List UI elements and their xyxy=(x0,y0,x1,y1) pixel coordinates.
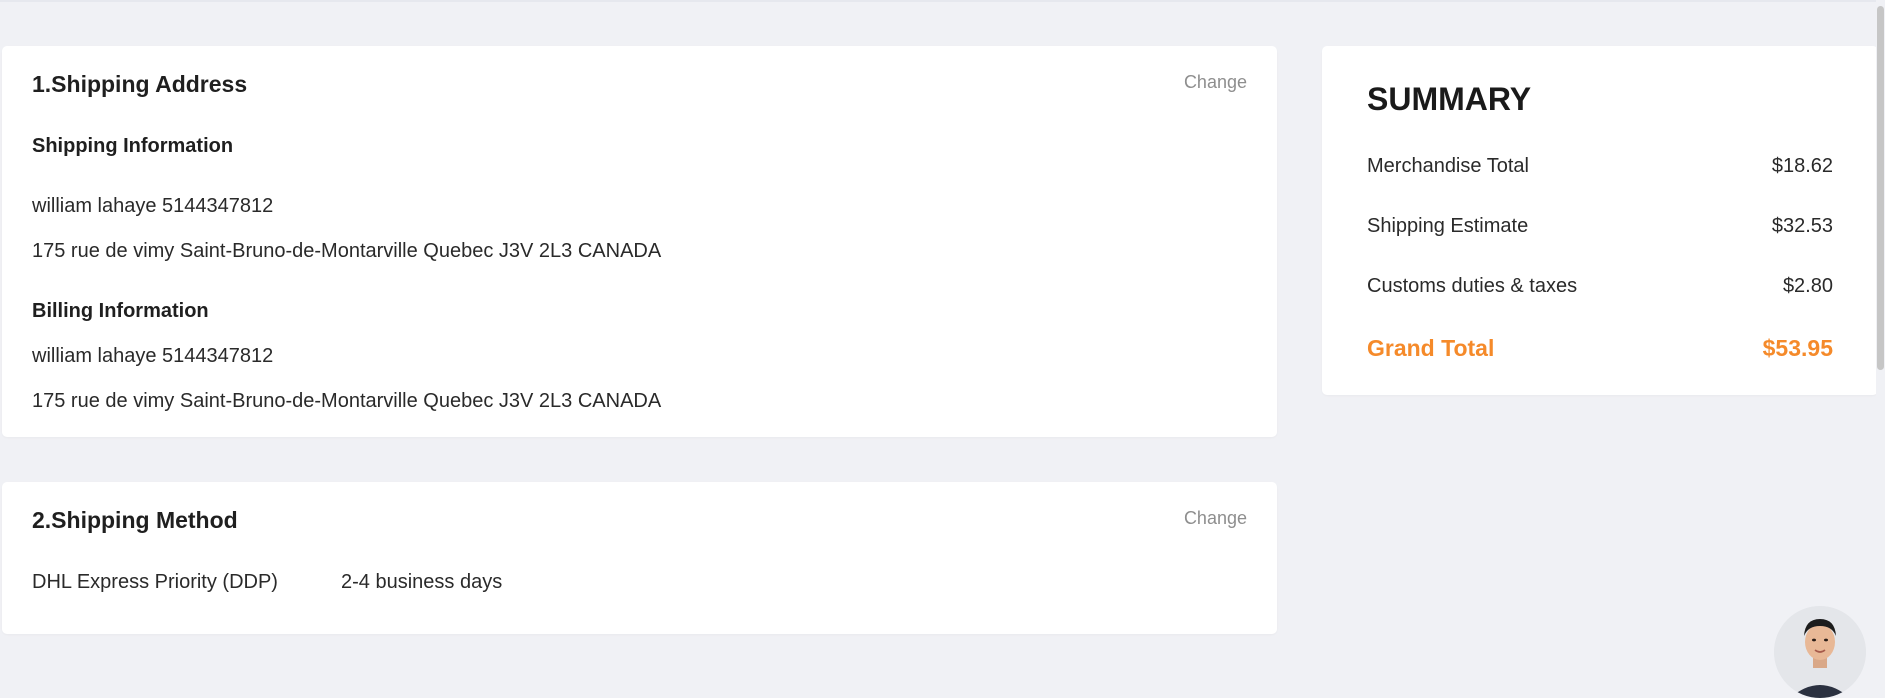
merchandise-total-value: $18.62 xyxy=(1771,154,1833,177)
summary-row-customs: Customs duties & taxes $2.80 xyxy=(1367,271,1833,301)
summary-row-shipping: Shipping Estimate $32.53 xyxy=(1367,211,1833,241)
page-scrollbar-thumb[interactable] xyxy=(1877,6,1884,370)
shipping-address-title: 1.Shipping Address xyxy=(32,71,248,97)
customs-duties-value: $2.80 xyxy=(1782,274,1833,297)
summary-row-grand-total: Grand Total $53.95 xyxy=(1367,333,1833,363)
order-summary-card: SUMMARY Merchandise Total $18.62 Shippin… xyxy=(1322,46,1878,395)
support-agent-face-icon xyxy=(1774,606,1866,698)
page-top-divider xyxy=(0,0,1885,2)
support-agent-avatar-icon[interactable] xyxy=(1774,606,1866,698)
billing-address-line: 175 rue de vimy Saint-Bruno-de-Montarvil… xyxy=(32,390,662,412)
grand-total-label: Grand Total xyxy=(1367,334,1495,361)
grand-total-value: $53.95 xyxy=(1762,334,1833,361)
shipping-address-card: 1.Shipping Address Change Shipping Infor… xyxy=(2,46,1277,437)
delivery-time: 2-4 business days xyxy=(341,571,503,593)
summary-row-merchandise: Merchandise Total $18.62 xyxy=(1367,151,1833,181)
shipping-estimate-label: Shipping Estimate xyxy=(1367,214,1529,237)
shipping-information-heading: Shipping Information xyxy=(32,135,234,157)
shipping-method-card: 2.Shipping Method Change DHL Express Pri… xyxy=(2,482,1277,634)
shipping-estimate-value: $32.53 xyxy=(1771,214,1833,237)
billing-information-heading: Billing Information xyxy=(32,300,209,322)
merchandise-total-label: Merchandise Total xyxy=(1367,154,1529,177)
summary-title: SUMMARY xyxy=(1367,81,1532,117)
customs-duties-label: Customs duties & taxes xyxy=(1367,274,1578,297)
shipping-name-phone: william lahaye 5144347812 xyxy=(32,195,274,217)
change-shipping-address-link[interactable]: Change xyxy=(1184,72,1247,93)
shipping-carrier: DHL Express Priority (DDP) xyxy=(32,571,278,593)
shipping-address-line: 175 rue de vimy Saint-Bruno-de-Montarvil… xyxy=(32,240,662,262)
billing-name-phone: william lahaye 5144347812 xyxy=(32,345,274,367)
change-shipping-method-link[interactable]: Change xyxy=(1184,508,1247,529)
shipping-method-title: 2.Shipping Method xyxy=(32,507,238,533)
